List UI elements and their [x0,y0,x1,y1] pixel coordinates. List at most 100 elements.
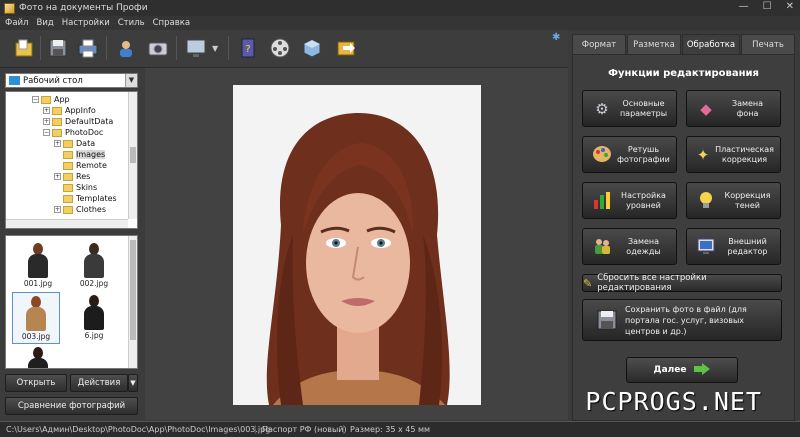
tree-item-appinfo[interactable]: + AppInfo [43,105,96,116]
toolbar: ▼ ? [0,30,568,68]
tree-item-images[interactable]: Images [63,149,106,160]
thumbnail-image [25,240,51,278]
svg-text:?: ? [245,44,250,55]
webcam-icon[interactable] [144,34,172,62]
tab-print[interactable]: Печать [741,34,795,54]
chevron-down-icon[interactable]: ▼ [125,74,137,87]
thumbnail-item[interactable]: 6.jpg [70,292,118,344]
status-bar: C:\Users\Админ\Desktop\PhotoDoc\App\Phot… [0,421,800,437]
settings-gear-icon[interactable]: ✱ [552,32,560,43]
tree-item-clothes[interactable]: + Clothes [54,204,106,215]
tree-item-data[interactable]: + Data [54,138,95,149]
folder-icon [63,172,73,181]
menu-help[interactable]: Справка [153,18,190,28]
replace-background-button[interactable]: ◆ Замена фона [686,90,781,127]
menu-bar: Файл Вид Настройки Стиль Справка [0,16,800,30]
monitor-icon[interactable] [182,34,210,62]
menu-view[interactable]: Вид [36,18,53,28]
gallery-vertical-scrollbar[interactable] [128,236,137,368]
menu-style[interactable]: Стиль [118,18,145,28]
menu-settings[interactable]: Настройки [62,18,110,28]
reset-settings-button[interactable]: ✎ Сбросить все настройки редактирования [582,273,782,293]
maximize-icon[interactable]: ☐ [763,1,772,12]
thumbnail-item[interactable]: 002.jpg [70,240,118,292]
external-editor-button[interactable]: Внешний редактор [686,228,781,265]
expand-icon[interactable]: + [54,173,61,180]
app-icon [4,2,15,14]
window-controls: — ☐ ✕ [739,1,794,12]
tree-item-app[interactable]: − App [32,94,70,105]
save-to-file-button[interactable]: Сохранить фото в файл (для портала гос. … [582,299,782,341]
open-folder-icon[interactable] [10,34,38,62]
title-bar: Фото на документы Профи — ☐ ✕ [0,0,800,16]
thumbnail-image [23,293,49,331]
thumbnail-image [81,240,107,278]
status-path: C:\Users\Админ\Desktop\PhotoDoc\App\Phot… [0,425,270,434]
export-icon[interactable] [332,34,360,62]
save-icon [597,310,617,330]
app-window: Фото на документы Профи — ☐ ✕ Файл Вид Н… [0,0,800,437]
chevron-down-icon[interactable]: ▼ [212,44,218,53]
replace-clothes-button[interactable]: Замена одежды [582,228,677,265]
folder-icon [63,150,73,159]
photo-preview [233,85,481,405]
retouch-button[interactable]: Ретушь фотографии [582,136,677,173]
expand-icon[interactable]: + [54,140,61,147]
tab-processing[interactable]: Обработка [682,34,740,54]
tree-item-defaultdata[interactable]: + DefaultData [43,116,113,127]
thumbnail-item[interactable]: 001.jpg [14,240,62,292]
scrollbar-thumb[interactable] [130,147,136,163]
thumbnail-label: 003.jpg [21,332,51,341]
menu-file[interactable]: Файл [5,18,28,28]
arrow-right-icon [694,362,711,378]
compare-photos-button[interactable]: Сравнение фотографий [5,397,138,415]
print-icon[interactable] [74,34,102,62]
levels-button[interactable]: Настройка уровней [582,182,677,219]
tree-horizontal-scrollbar[interactable] [6,219,128,228]
collapse-icon[interactable]: − [43,129,50,136]
plastic-correction-button[interactable]: ✦ Пластическая коррекция [686,136,781,173]
basic-params-button[interactable]: ⚙ Основные параметры [582,90,677,127]
actions-dropdown-icon[interactable]: ▼ [128,374,138,392]
tree-item-res[interactable]: + Res [54,171,90,182]
folder-tree: − App + AppInfo + DefaultData − PhotoDoc + Da… [5,91,138,229]
clothes-icon [591,236,613,258]
camera-user-icon[interactable] [112,34,140,62]
folder-icon [41,95,51,104]
tree-item-templates[interactable]: Templates [63,193,117,204]
next-button[interactable]: Далее [626,357,738,383]
expand-icon[interactable]: + [43,118,50,125]
box-3d-icon[interactable] [298,34,326,62]
tree-item-remote[interactable]: Remote [63,160,107,171]
thumbnail-item-selected[interactable]: 003.jpg [12,292,60,344]
folder-dropdown[interactable]: Рабочий стол ▼ [5,73,138,88]
save-icon[interactable] [44,34,72,62]
broom-icon: ✎ [583,276,593,290]
status-format: Паспорт РФ (новый) [256,425,347,434]
actions-button[interactable]: Действия [70,374,128,392]
magic-wand-icon: ✦ [696,145,710,164]
tree-item-skins[interactable]: Skins [63,182,97,193]
expand-icon[interactable]: + [54,206,61,213]
folder-icon [52,106,62,115]
collapse-icon[interactable]: − [32,96,39,103]
folder-icon [52,117,62,126]
close-icon[interactable]: ✕ [786,1,794,12]
thumbnail-label: 001.jpg [23,279,53,288]
folder-icon [63,194,73,203]
tab-format[interactable]: Формат [572,34,626,54]
scrollbar-thumb[interactable] [130,240,136,340]
tab-layout[interactable]: Разметка [627,34,681,54]
panel-title: Функции редактирования [608,68,759,79]
shadow-correction-button[interactable]: Коррекция теней [686,182,781,219]
film-icon[interactable] [266,34,294,62]
help-book-icon[interactable]: ? [234,34,262,62]
desktop-icon [9,76,20,85]
open-button[interactable]: Открыть [5,374,67,392]
lightbulb-icon [695,190,717,212]
thumbnail-item[interactable] [14,344,62,368]
tree-vertical-scrollbar[interactable] [128,92,137,219]
expand-icon[interactable]: + [43,107,50,114]
tree-item-photodoc[interactable]: − PhotoDoc [43,127,103,138]
minimize-icon[interactable]: — [739,1,749,12]
